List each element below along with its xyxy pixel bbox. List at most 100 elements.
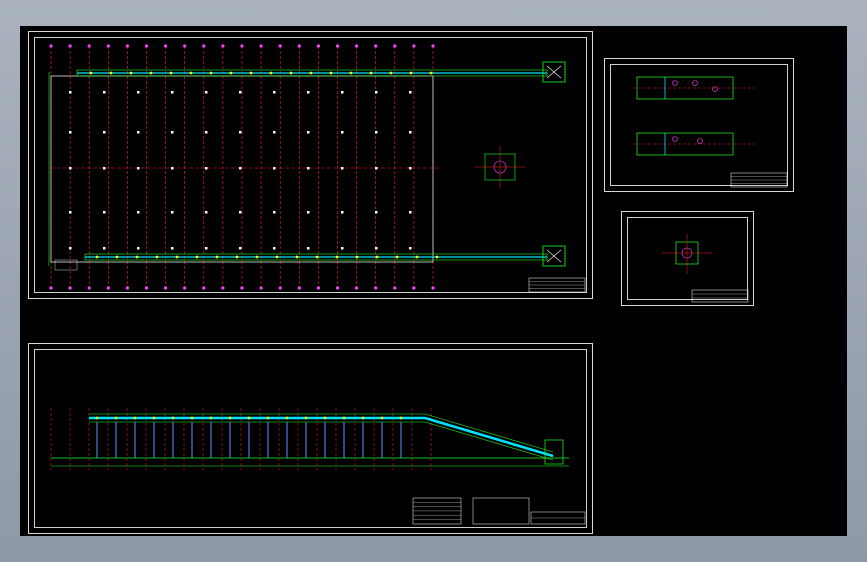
column-mark [69, 91, 72, 94]
roller [152, 416, 156, 420]
column-mark [341, 91, 344, 94]
roller [115, 255, 119, 259]
legend-box [54, 259, 78, 271]
column-mark [103, 167, 106, 170]
drive-detail-drawing [633, 76, 788, 188]
section-detail-drawing [662, 234, 749, 303]
axis-bubble [87, 44, 91, 48]
roller [323, 416, 327, 420]
title-block [691, 289, 749, 303]
plan-sheet[interactable] [28, 31, 593, 299]
roller [247, 416, 251, 420]
column-mark [307, 247, 310, 250]
roller [215, 255, 219, 259]
axis-bubble [431, 286, 435, 290]
column-mark [239, 131, 242, 134]
roller [289, 71, 293, 75]
axis-bubble [240, 286, 244, 290]
axis-bubble [355, 286, 359, 290]
axis-bubble [278, 286, 282, 290]
roller [135, 255, 139, 259]
axis-bubble [202, 44, 206, 48]
roller [109, 71, 113, 75]
component-mark [692, 80, 698, 86]
axis-bubble [125, 44, 129, 48]
column-mark [69, 211, 72, 214]
column-mark [375, 211, 378, 214]
column-mark [341, 211, 344, 214]
axis-bubble [221, 286, 225, 290]
column-mark [69, 247, 72, 250]
detail-sheet-b[interactable] [621, 211, 754, 306]
roller [95, 416, 99, 420]
column-mark [205, 211, 208, 214]
axis-bubble [49, 44, 53, 48]
roller [155, 255, 159, 259]
elevation-sheet[interactable] [28, 343, 593, 534]
component-mark [712, 86, 718, 92]
roller [266, 416, 270, 420]
incline-frame [424, 413, 554, 453]
roller [228, 416, 232, 420]
column-mark [137, 167, 140, 170]
axis-bubble [355, 44, 359, 48]
column-mark [239, 211, 242, 214]
column-mark [273, 211, 276, 214]
column-mark [137, 247, 140, 250]
column-mark [409, 211, 412, 214]
roller [435, 255, 439, 259]
roller [369, 71, 373, 75]
roller [342, 416, 346, 420]
inclined-belt [424, 416, 554, 458]
axis-bubble [106, 286, 110, 290]
roller [285, 416, 289, 420]
column-mark [239, 167, 242, 170]
detail-sheet-a[interactable] [604, 58, 794, 192]
roller [429, 71, 433, 75]
column-mark [409, 167, 412, 170]
roller [189, 71, 193, 75]
roller [149, 71, 153, 75]
axis-bubble [259, 286, 263, 290]
axis-bubble [316, 286, 320, 290]
axis-bubble [316, 44, 320, 48]
drawing-canvas[interactable] [20, 26, 847, 536]
column-mark [375, 131, 378, 134]
roller [95, 255, 99, 259]
roller [209, 71, 213, 75]
roller [329, 71, 333, 75]
roller [409, 71, 413, 75]
roller [209, 416, 213, 420]
roller [389, 71, 393, 75]
column-mark [239, 91, 242, 94]
column-mark [205, 91, 208, 94]
column-mark [273, 131, 276, 134]
axis-bubble [221, 44, 225, 48]
roller [235, 255, 239, 259]
axis-bubble [297, 286, 301, 290]
roller [195, 255, 199, 259]
column-mark [205, 167, 208, 170]
axis-bubble [49, 286, 53, 290]
column-mark [273, 91, 276, 94]
axis-bubble [374, 286, 378, 290]
column-mark [307, 211, 310, 214]
roller [375, 255, 379, 259]
axis-bubble [87, 286, 91, 290]
roller [275, 255, 279, 259]
roller [255, 255, 259, 259]
axis-bubble [202, 286, 206, 290]
roller [171, 416, 175, 420]
axis-bubble [183, 44, 187, 48]
roller [190, 416, 194, 420]
axis-bubble [144, 286, 149, 290]
axis-bubble [297, 44, 301, 48]
roller [315, 255, 319, 259]
axis-bubble [125, 286, 129, 290]
axis-bubble [393, 44, 397, 48]
roller [114, 416, 118, 420]
roller [129, 71, 133, 75]
notes-table [472, 497, 530, 525]
component-mark [672, 80, 678, 86]
roller [399, 416, 403, 420]
